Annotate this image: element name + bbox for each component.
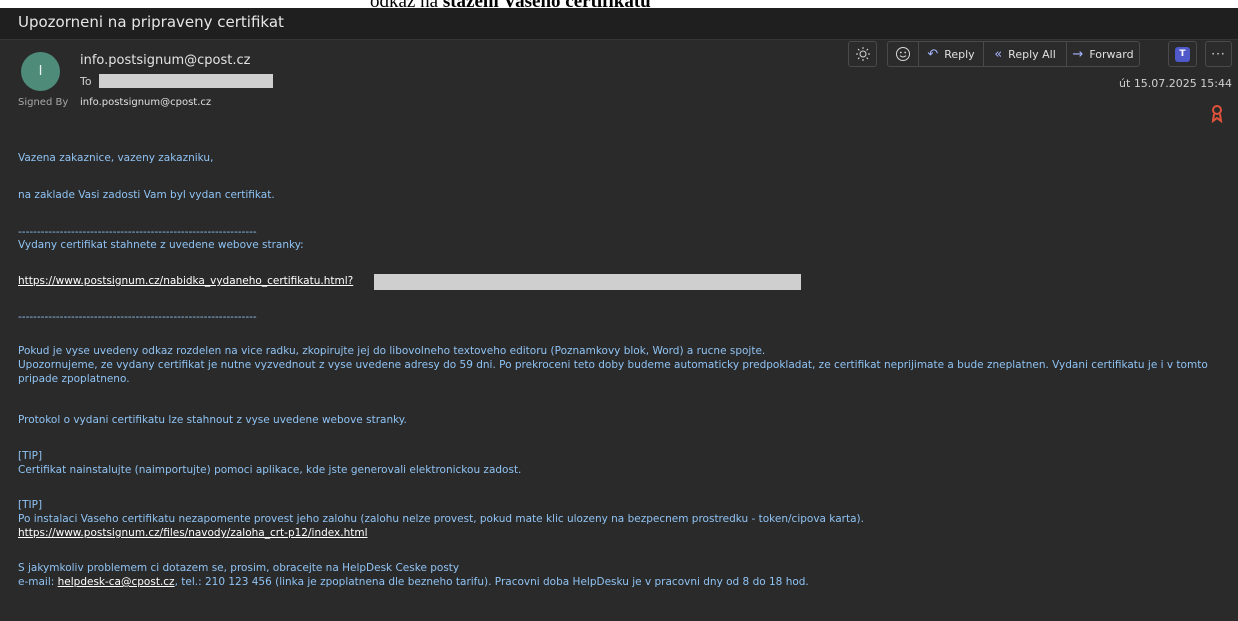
reply-all-icon: « — [994, 46, 1003, 62]
tip2-text: Po instalaci Vaseho certifikatu nezapome… — [18, 513, 864, 525]
forward-icon: → — [1072, 46, 1084, 62]
brightness-toolbar — [848, 41, 877, 67]
ellipsis-icon: ··· — [1211, 47, 1226, 61]
more-toolbar: ··· — [1205, 41, 1232, 67]
reply-icon: ↶ — [927, 46, 939, 62]
email-subject: Upozorneni na pripraveny certifikat — [18, 13, 284, 31]
helpdesk-email-link[interactable]: helpdesk-ca@cpost.cz — [58, 576, 175, 588]
separator-bottom: ----------------------------------------… — [18, 311, 257, 323]
reply-all-button[interactable]: « Reply All — [983, 41, 1067, 67]
brightness-button[interactable] — [848, 41, 877, 67]
teams-toolbar: T — [1168, 41, 1197, 67]
split-link-note: Pokud je vyse uvedeny odkaz rozdelen na … — [18, 345, 766, 357]
backup-guide-link[interactable]: https://www.postsignum.cz/files/navody/z… — [18, 527, 368, 539]
helpdesk-details: , tel.: 210 123 456 (linka je zpoplatnen… — [174, 576, 809, 588]
pickup-warning: Upozornujeme, ze vydany certifikat je nu… — [18, 359, 1208, 385]
signed-by-label: Signed By — [18, 97, 69, 108]
caption-bold: stažení Vašeho certifikátu — [443, 0, 651, 8]
reply-button[interactable]: ↶ Reply — [918, 41, 984, 67]
intro-text: na zaklade Vasi zadosti Vam byl vydan ce… — [18, 189, 275, 201]
sender-address[interactable]: info.postsignum@cpost.cz — [80, 53, 250, 68]
caption-prefix: odkaz na — [370, 0, 443, 8]
forward-button[interactable]: → Forward — [1066, 41, 1140, 67]
more-actions-button[interactable]: ··· — [1205, 41, 1232, 67]
signed-by-value[interactable]: info.postsignum@cpost.cz — [80, 97, 211, 108]
separator-top: ----------------------------------------… — [18, 226, 257, 238]
smiley-icon — [896, 47, 910, 61]
sender-avatar[interactable]: I — [21, 52, 60, 91]
top-caption: odkaz na stažení Vašeho certifikátu — [370, 0, 830, 8]
reply-all-label: Reply All — [1008, 47, 1056, 61]
certificate-link-row: https://www.postsignum.cz/nabidka_vydane… — [18, 274, 353, 288]
subject-bar: Upozorneni na pripraveny certifikat — [0, 8, 1238, 40]
recipient-redacted — [99, 74, 273, 88]
certificate-icon[interactable] — [1210, 104, 1224, 124]
received-date: út 15.07.2025 15:44 — [1119, 77, 1232, 90]
helpdesk-contact: e-mail: helpdesk-ca@cpost.cz, tel.: 210 … — [18, 575, 809, 589]
reply-toolbar: ↶ Reply « Reply All → Forward — [887, 41, 1140, 67]
sun-icon — [855, 47, 870, 61]
forward-label: Forward — [1089, 47, 1134, 61]
download-instruction: Vydany certifikat stahnete z uvedene web… — [18, 239, 304, 251]
backup-link-row: https://www.postsignum.cz/files/navody/z… — [18, 526, 368, 540]
protocol-note: Protokol o vydani certifikatu lze stahno… — [18, 414, 407, 426]
greeting-text: Vazena zakaznice, vazeny zakazniku, — [18, 152, 214, 164]
to-label: To — [80, 75, 92, 88]
share-to-teams-button[interactable]: T — [1168, 41, 1197, 67]
url-query-redacted — [374, 274, 801, 290]
teams-icon: T — [1175, 46, 1190, 62]
tip1-label: [TIP] — [18, 450, 43, 462]
certificate-download-link[interactable]: https://www.postsignum.cz/nabidka_vydane… — [18, 275, 353, 287]
tip2-label: [TIP] — [18, 499, 43, 511]
emoji-button[interactable] — [887, 41, 919, 67]
tip1-text: Certifikat nainstalujte (naimportujte) p… — [18, 464, 522, 476]
email-label: e-mail: — [18, 576, 58, 588]
email-reading-pane: Upozorneni na pripraveny certifikat I in… — [0, 8, 1238, 621]
reply-label: Reply — [944, 47, 975, 61]
helpdesk-intro: S jakymkoliv problemem ci dotazem se, pr… — [18, 562, 460, 574]
